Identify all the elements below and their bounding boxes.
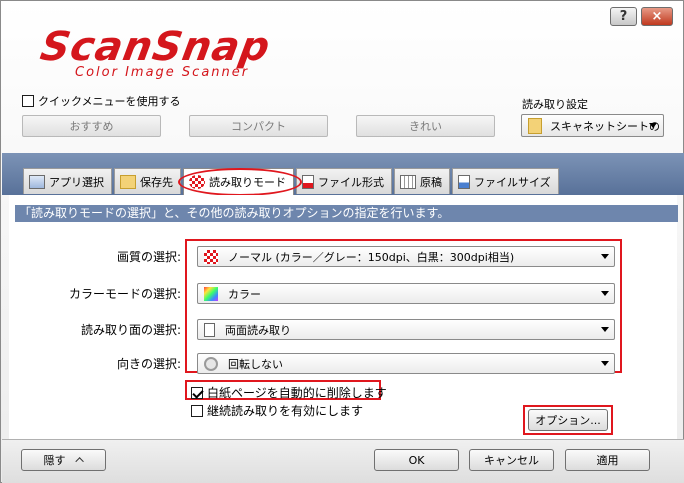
footer-bar: 隠す OK キャンセル 適用 — [2, 439, 684, 483]
scan-settings-select[interactable]: スキャネットシートの — [521, 114, 664, 137]
tab-label: 読み取りモード — [209, 176, 286, 189]
chevron-up-icon — [74, 457, 84, 466]
chevron-down-icon — [601, 291, 609, 296]
image-quality-select[interactable]: ノーマル (カラー／グレー：150dpi、白黒：300dpi相当) — [197, 246, 615, 267]
rotate-icon — [204, 356, 218, 371]
scansnap-settings-window: ? × ScanSnap Color Image Scanner クイックメニュ… — [0, 0, 684, 483]
quick-menu-label: クイックメニューを使用する — [38, 95, 181, 108]
preset-compact-button[interactable]: コンパクト — [189, 115, 328, 137]
tab-application[interactable]: アプリ選択 — [23, 168, 112, 194]
application-icon — [29, 174, 45, 189]
blank-page-checkbox[interactable] — [191, 386, 203, 399]
preset-recommended-button[interactable]: おすすめ — [22, 115, 161, 137]
close-button[interactable]: × — [641, 7, 673, 26]
scanning-mode-panel: 「読み取りモードの選択」と、その他の読み取りオプションの指定を行います。 画質の… — [9, 195, 678, 439]
tab-file-size[interactable]: ファイルサイズ — [452, 168, 559, 194]
hide-button[interactable]: 隠す — [21, 449, 106, 471]
image-quality-icon — [204, 249, 218, 264]
color-mode-label: カラーモードの選択: — [68, 287, 181, 301]
page-icon — [204, 322, 215, 337]
tab-save[interactable]: 保存先 — [114, 168, 181, 194]
rotation-select[interactable]: 回転しない — [197, 353, 615, 374]
logo-sub-text: Color Image Scanner — [75, 65, 250, 80]
scanning-side-select[interactable]: 両面読み取り — [197, 319, 615, 340]
chevron-down-icon — [601, 361, 609, 366]
scanning-side-value: 両面読み取り — [225, 323, 291, 337]
document-icon — [400, 174, 416, 189]
logo-main-text: ScanSnap — [36, 24, 274, 70]
ok-button[interactable]: OK — [374, 449, 459, 471]
tab-bar: アプリ選択 保存先 読み取りモード ファイル形式 原稿 ファイルサイズ — [23, 168, 561, 196]
blank-page-label: 白紙ページを自動的に削除します — [207, 386, 387, 400]
continuous-scan-label: 継続読み取りを有効にします — [207, 404, 364, 418]
tab-label: 保存先 — [140, 175, 173, 189]
quick-menu-checkbox[interactable] — [22, 95, 34, 107]
option-button[interactable]: オプション... — [528, 409, 608, 431]
blank-page-option[interactable]: 白紙ページを自動的に削除します — [191, 384, 387, 401]
tab-label: ファイル形式 — [318, 175, 384, 189]
color-mode-value: カラー — [228, 287, 261, 301]
color-palette-icon — [204, 286, 218, 301]
preset-fine-button[interactable]: きれい — [356, 115, 495, 137]
rotation-label: 向きの選択: — [116, 357, 181, 371]
scan-settings-value: スキャネットシートの — [550, 119, 660, 133]
apply-button[interactable]: 適用 — [565, 449, 650, 471]
file-icon — [302, 174, 314, 189]
tab-label: ファイルサイズ — [474, 175, 551, 189]
scan-mode-icon — [189, 175, 205, 189]
continuous-scan-option[interactable]: 継続読み取りを有効にします — [191, 402, 363, 419]
tab-label: アプリ選択 — [49, 175, 104, 189]
folder-icon — [120, 174, 136, 189]
tab-file-format[interactable]: ファイル形式 — [296, 168, 392, 194]
tab-paper[interactable]: 原稿 — [394, 168, 450, 194]
continuous-scan-checkbox[interactable] — [191, 404, 203, 417]
quick-menu-option[interactable]: クイックメニューを使用する — [22, 93, 181, 109]
panel-header: 「読み取りモードの選択」と、その他の読み取りオプションの指定を行います。 — [15, 205, 678, 222]
chevron-down-icon — [601, 254, 609, 259]
scanning-side-label: 読み取り面の選択: — [80, 323, 181, 337]
chevron-down-icon — [649, 123, 657, 128]
folder-icon — [528, 117, 542, 134]
tab-label: 原稿 — [420, 175, 442, 189]
file-size-icon — [458, 174, 470, 189]
tab-scanning-mode[interactable]: 読み取りモード — [178, 168, 302, 196]
chevron-down-icon — [601, 327, 609, 332]
rotation-value: 回転しない — [228, 357, 283, 371]
scansnap-logo: ScanSnap Color Image Scanner — [37, 24, 331, 81]
help-button[interactable]: ? — [610, 7, 637, 26]
image-quality-label: 画質の選択: — [116, 250, 181, 264]
color-mode-select[interactable]: カラー — [197, 283, 615, 304]
hide-label: 隠す — [43, 454, 66, 467]
scan-settings-label: 読み取り設定 — [522, 98, 588, 111]
cancel-button[interactable]: キャンセル — [469, 449, 554, 471]
image-quality-value: ノーマル (カラー／グレー：150dpi、白黒：300dpi相当) — [228, 250, 515, 264]
